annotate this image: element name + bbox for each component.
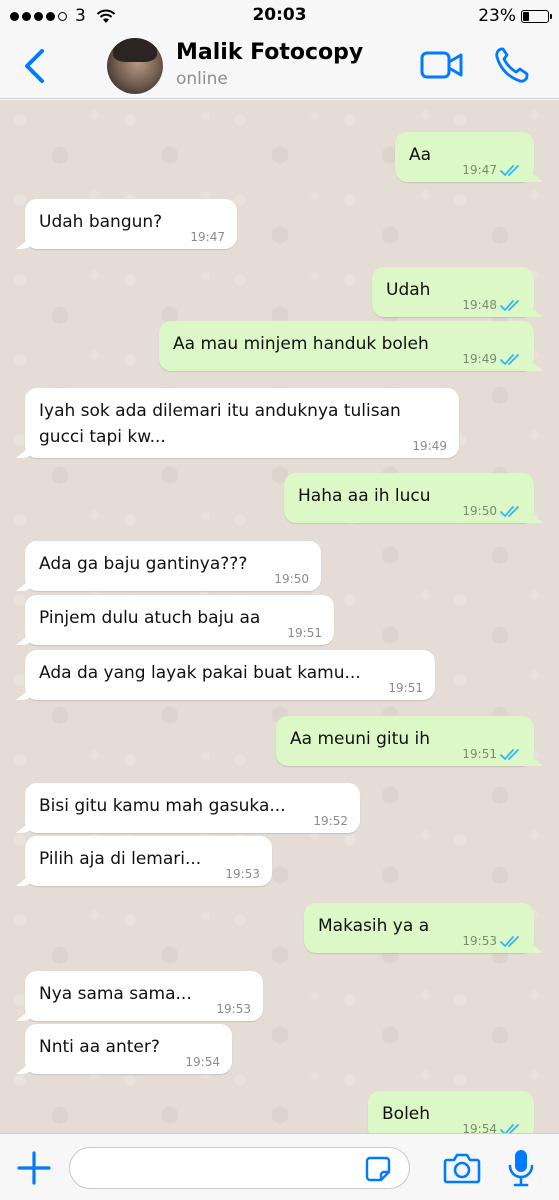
- voice-call-button[interactable]: [493, 46, 529, 84]
- back-button[interactable]: [18, 46, 52, 86]
- message-text: Aa: [409, 145, 432, 165]
- message-text: Iyah sok ada dilemari itu anduknya tulis…: [39, 401, 401, 447]
- chat-messages[interactable]: Aa 19:47 Udah bangun? 19:47 Udah 19:48 A…: [0, 100, 559, 1133]
- message-time: 19:47: [190, 230, 225, 244]
- message-bubble-outgoing[interactable]: Aa 19:47: [395, 132, 534, 182]
- microphone-button[interactable]: [508, 1148, 534, 1188]
- sticker-icon: [365, 1156, 391, 1182]
- message-text: Aa mau minjem handuk boleh: [173, 334, 429, 354]
- message-text: Pilih aja di lemari...: [39, 849, 202, 869]
- message-time: 19:47: [462, 163, 497, 177]
- composer-bar: [0, 1133, 559, 1200]
- message-bubble-outgoing[interactable]: Udah 19:48: [372, 267, 534, 317]
- double-check-read-icon: [500, 935, 522, 948]
- message-time: 19:49: [462, 352, 497, 366]
- clock: 20:03: [252, 5, 307, 25]
- battery-status: 23%: [478, 6, 552, 26]
- message-input[interactable]: [69, 1147, 410, 1189]
- message-time: 19:51: [462, 747, 497, 761]
- message-time: 19:53: [225, 867, 260, 881]
- message-bubble-outgoing[interactable]: Aa mau minjem handuk boleh 19:49: [159, 321, 534, 371]
- camera-icon: [443, 1153, 481, 1184]
- message-text: Udah bangun?: [39, 212, 163, 232]
- attach-button[interactable]: [16, 1150, 52, 1186]
- message-time: 19:54: [185, 1055, 220, 1069]
- message-text: Ada da yang layak pakai buat kamu...: [39, 663, 361, 683]
- message-time: 19:50: [462, 504, 497, 518]
- message-time: 19:54: [462, 1122, 497, 1133]
- message-time: 19:53: [462, 934, 497, 948]
- message-text: Bisi gitu kamu mah gasuka...: [39, 796, 286, 816]
- message-bubble-outgoing[interactable]: Boleh 19:54: [368, 1091, 534, 1133]
- chat-header: Malik Fotocopy online: [0, 34, 559, 99]
- message-bubble-outgoing[interactable]: Makasih ya a 19:53: [304, 903, 534, 953]
- double-check-read-icon: [500, 353, 522, 366]
- contact-name[interactable]: Malik Fotocopy: [176, 40, 363, 65]
- message-text: Nya sama sama...: [39, 984, 192, 1004]
- camera-button[interactable]: [443, 1151, 481, 1185]
- double-check-read-icon: [500, 505, 522, 518]
- message-bubble-incoming[interactable]: Ada da yang layak pakai buat kamu... 19:…: [25, 650, 435, 700]
- video-camera-icon: [420, 51, 463, 79]
- plus-icon: [17, 1151, 51, 1185]
- message-time: 19:49: [412, 439, 447, 453]
- message-text: Haha aa ih lucu: [298, 486, 431, 506]
- message-text: Ada ga baju gantinya???: [39, 554, 248, 574]
- message-time: 19:52: [313, 814, 348, 828]
- chevron-left-icon: [25, 49, 44, 83]
- double-check-read-icon: [500, 748, 522, 761]
- sticker-button[interactable]: [364, 1155, 392, 1183]
- battery-icon: [521, 9, 552, 23]
- message-bubble-incoming[interactable]: Nnti aa anter? 19:54: [25, 1024, 232, 1074]
- message-bubble-outgoing[interactable]: Haha aa ih lucu 19:50: [284, 473, 534, 523]
- message-text: Nnti aa anter?: [39, 1037, 160, 1057]
- video-call-button[interactable]: [420, 48, 464, 82]
- contact-status: online: [176, 69, 228, 89]
- message-bubble-incoming[interactable]: Udah bangun? 19:47: [25, 199, 237, 249]
- message-text: Makasih ya a: [318, 916, 430, 936]
- message-text: Pinjem dulu atuch baju aa: [39, 608, 261, 628]
- status-bar: 3 20:03 23%: [0, 0, 559, 34]
- message-time: 19:53: [216, 1002, 251, 1016]
- avatar[interactable]: [107, 38, 163, 94]
- message-time: 19:50: [274, 572, 309, 586]
- double-check-read-icon: [500, 164, 522, 177]
- battery-fill: [523, 11, 529, 21]
- message-time: 19:51: [287, 626, 322, 640]
- message-time: 19:51: [388, 681, 423, 695]
- message-bubble-incoming[interactable]: Pilih aja di lemari... 19:53: [25, 836, 272, 886]
- message-text: Udah: [386, 280, 431, 300]
- double-check-read-icon: [500, 1123, 522, 1133]
- message-bubble-incoming[interactable]: Pinjem dulu atuch baju aa 19:51: [25, 595, 334, 645]
- microphone-icon: [508, 1150, 534, 1187]
- message-text: Aa meuni gitu ih: [290, 729, 431, 749]
- message-time: 19:48: [462, 298, 497, 312]
- battery-percent: 23%: [478, 6, 516, 26]
- message-bubble-incoming[interactable]: Iyah sok ada dilemari itu anduknya tulis…: [25, 388, 459, 458]
- phone-icon: [495, 47, 529, 83]
- message-bubble-incoming[interactable]: Nya sama sama... 19:53: [25, 971, 263, 1021]
- message-bubble-incoming[interactable]: Bisi gitu kamu mah gasuka... 19:52: [25, 783, 360, 833]
- message-text: Boleh: [382, 1104, 431, 1124]
- double-check-read-icon: [500, 299, 522, 312]
- message-bubble-outgoing[interactable]: Aa meuni gitu ih 19:51: [276, 716, 534, 766]
- message-bubble-incoming[interactable]: Ada ga baju gantinya??? 19:50: [25, 541, 321, 591]
